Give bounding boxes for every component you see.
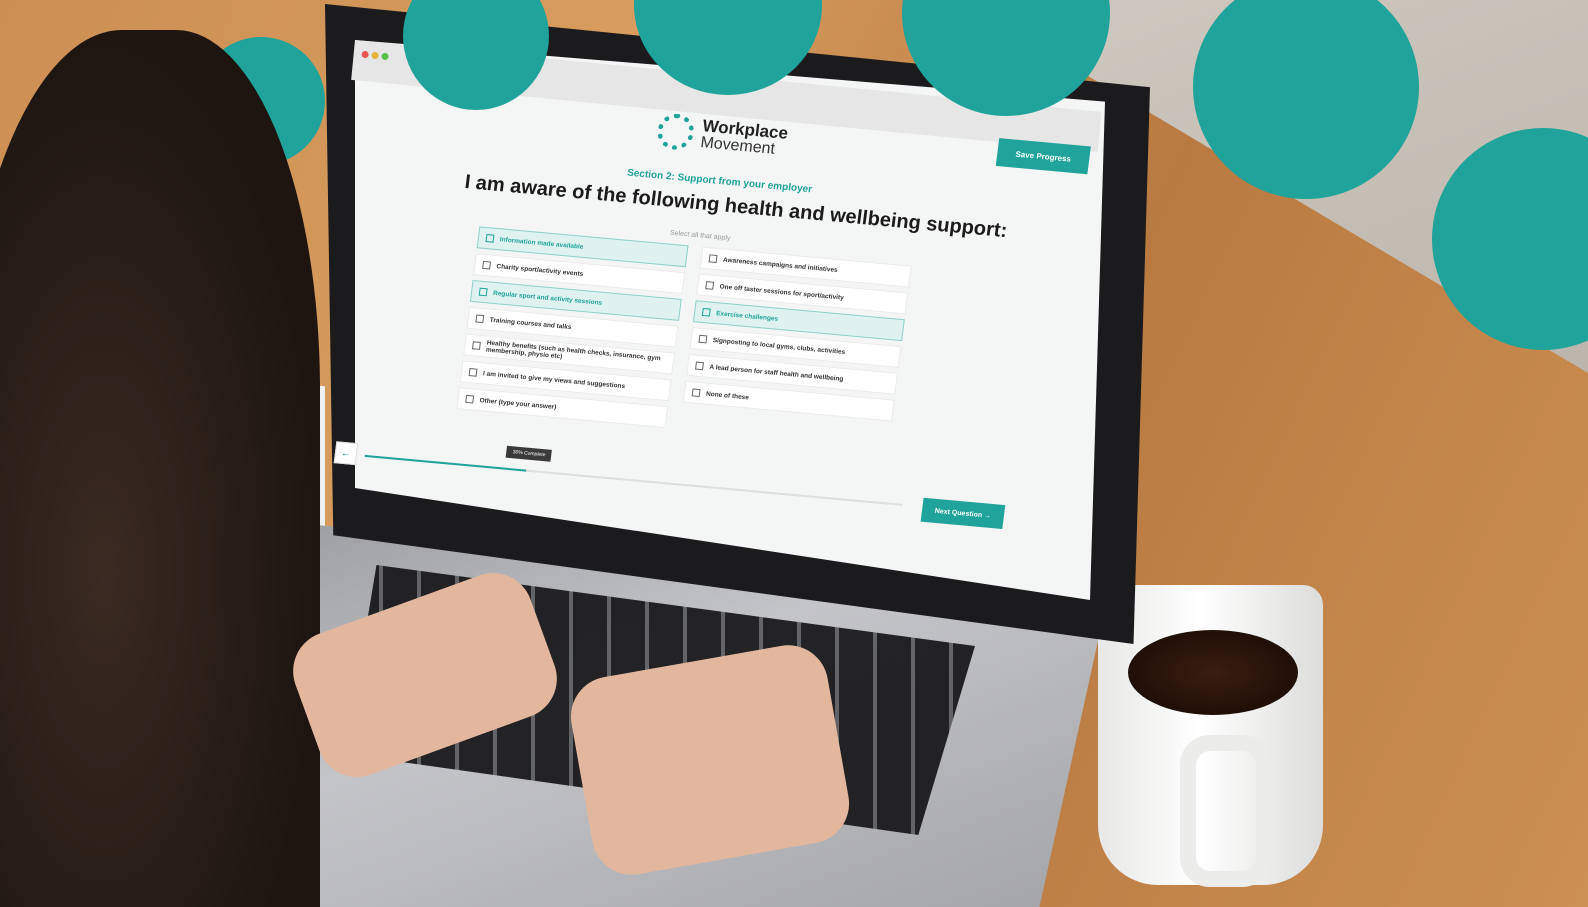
checkbox[interactable] bbox=[478, 287, 488, 297]
option-label: Information made available bbox=[499, 235, 584, 251]
mug-handle bbox=[1180, 735, 1272, 887]
person-hair bbox=[0, 30, 320, 907]
logo-ring-icon bbox=[655, 112, 696, 152]
option-label: A lead person for staff health and wellb… bbox=[709, 363, 844, 383]
option-label: Charity sport/activity events bbox=[496, 262, 584, 278]
option-label: Exercise challenges bbox=[715, 309, 779, 323]
option-label: I am invited to give my views and sugges… bbox=[482, 369, 626, 390]
maximize-window-icon[interactable] bbox=[381, 52, 389, 61]
checkbox[interactable] bbox=[691, 388, 701, 398]
photo-scene: Workplace Movement Save Progress Section… bbox=[0, 0, 1588, 907]
checkbox[interactable] bbox=[701, 307, 711, 317]
arrow-left-icon: ← bbox=[340, 447, 352, 460]
checkbox[interactable] bbox=[471, 341, 481, 350]
minimize-window-icon[interactable] bbox=[371, 51, 379, 60]
option-label: One off taster sessions for sport/activi… bbox=[719, 282, 845, 302]
checkbox[interactable] bbox=[698, 334, 708, 344]
coffee-surface bbox=[1128, 630, 1298, 715]
checkbox[interactable] bbox=[705, 281, 715, 290]
checkbox[interactable] bbox=[485, 234, 495, 243]
arrow-right-icon: → bbox=[983, 511, 992, 520]
checkbox[interactable] bbox=[475, 314, 485, 324]
progress-area: ← 30% Complete bbox=[333, 441, 913, 516]
checkbox[interactable] bbox=[695, 361, 704, 371]
next-question-label: Next Question bbox=[934, 507, 983, 519]
option-label: Other (type your answer) bbox=[479, 396, 557, 411]
progress-track: 30% Complete bbox=[364, 445, 903, 506]
checkbox[interactable] bbox=[468, 368, 478, 377]
select-hint: Select all that apply bbox=[669, 229, 731, 243]
option-label: Regular sport and activity sessions bbox=[492, 289, 603, 307]
progress-tooltip: 30% Complete bbox=[505, 445, 553, 462]
checkbox[interactable] bbox=[708, 254, 718, 264]
option-label: Signposting to local gyms, clubs, activi… bbox=[712, 336, 846, 356]
next-question-button[interactable]: Next Question → bbox=[920, 497, 1006, 529]
option-label: Awareness campaigns and initiatives bbox=[722, 256, 839, 274]
checkbox[interactable] bbox=[482, 260, 492, 270]
option-label: None of these bbox=[705, 390, 750, 401]
checkbox[interactable] bbox=[465, 394, 475, 404]
option-label: Training courses and talks bbox=[489, 316, 572, 331]
back-button[interactable]: ← bbox=[333, 441, 359, 466]
close-window-icon[interactable] bbox=[361, 50, 369, 59]
progress-fill bbox=[364, 454, 527, 472]
options-grid: Information made available Awareness camp… bbox=[456, 226, 917, 449]
survey-page: Workplace Movement Save Progress Section… bbox=[297, 95, 1097, 658]
